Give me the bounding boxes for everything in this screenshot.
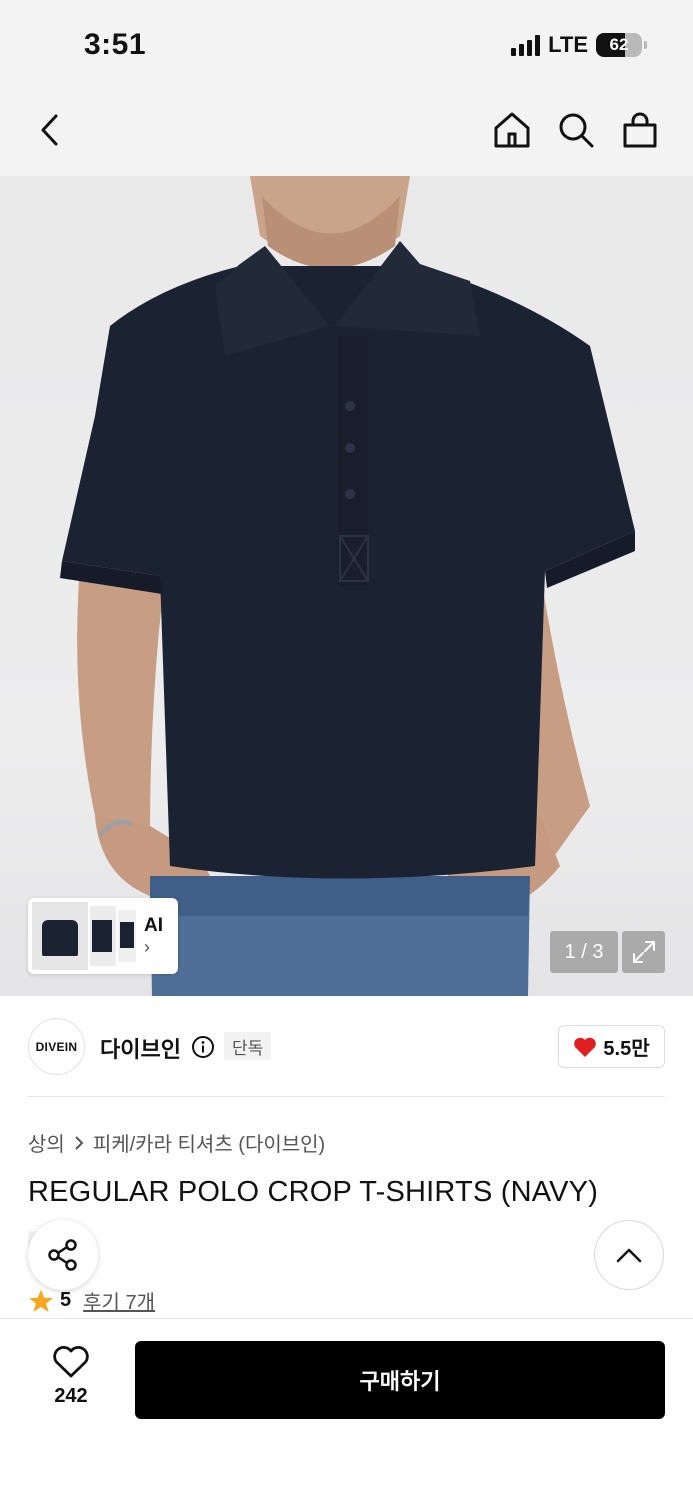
share-button[interactable]	[28, 1220, 98, 1290]
heart-filled-icon	[574, 1037, 597, 1057]
chevron-right-icon	[75, 1135, 84, 1150]
product-image[interactable]	[0, 176, 693, 996]
heart-outline-icon	[53, 1346, 89, 1378]
expand-button[interactable]	[622, 931, 665, 973]
ai-thumbnail-images	[32, 902, 136, 970]
expand-icon	[632, 941, 655, 963]
bottom-action-bar: 242 구매하기	[0, 1318, 693, 1500]
star-icon	[29, 1289, 53, 1312]
brand-row: DIVEIN 다이브인 단독 5.5만	[0, 1016, 693, 1076]
search-button[interactable]	[554, 108, 598, 152]
battery-percent: 62	[609, 35, 629, 54]
status-time: 3:51	[84, 28, 147, 61]
wishlist-button[interactable]: 242	[36, 1345, 106, 1408]
scroll-top-button[interactable]	[594, 1220, 664, 1290]
top-nav	[0, 90, 693, 176]
info-icon[interactable]	[191, 1035, 215, 1059]
shopping-bag-icon	[623, 112, 657, 148]
ai-lookbook-button[interactable]: AI ›	[28, 898, 178, 974]
battery-tip	[644, 41, 647, 49]
chevron-right-icon: ›	[144, 936, 150, 957]
exclusive-badge: 단독	[224, 1032, 272, 1060]
network-type: LTE	[548, 32, 588, 57]
model-photo	[60, 176, 635, 996]
brand-name[interactable]: 다이브인	[100, 1032, 181, 1064]
rating: 5 후기 7개	[28, 1286, 155, 1315]
brand-like-count: 5.5만	[603, 1038, 650, 1060]
home-icon	[494, 112, 530, 148]
product-title: REGULAR POLO CROP T-SHIRTS (NAVY)	[28, 1176, 599, 1208]
wishlist-count: 242	[54, 1385, 88, 1407]
breadcrumb-level1[interactable]: 상의	[28, 1128, 65, 1157]
back-button[interactable]	[28, 108, 72, 152]
divider	[28, 1096, 665, 1097]
chevron-up-icon	[616, 1248, 642, 1263]
share-icon	[48, 1239, 77, 1271]
battery-icon: 62	[596, 33, 642, 57]
brand-logo[interactable]: DIVEIN	[28, 1018, 85, 1075]
status-bar: 3:51 LTE 62	[0, 0, 693, 90]
breadcrumb: 상의 피케/카라 티셔츠 (다이브인)	[28, 1128, 325, 1157]
ai-label: AI	[144, 914, 163, 936]
cart-button[interactable]	[618, 108, 662, 152]
image-counter: 1 / 3	[550, 931, 618, 973]
brand-like-button[interactable]: 5.5만	[558, 1025, 665, 1068]
rating-score: 5	[60, 1289, 72, 1311]
search-icon	[559, 113, 594, 148]
back-arrow-icon	[41, 114, 58, 146]
buy-button[interactable]: 구매하기	[135, 1341, 665, 1419]
signal-icon	[511, 34, 541, 56]
status-indicators: LTE 62	[511, 32, 647, 58]
reviews-link[interactable]: 후기 7개	[83, 1286, 155, 1315]
home-button[interactable]	[490, 108, 534, 152]
breadcrumb-level2[interactable]: 피케/카라 티셔츠 (다이브인)	[93, 1128, 325, 1157]
